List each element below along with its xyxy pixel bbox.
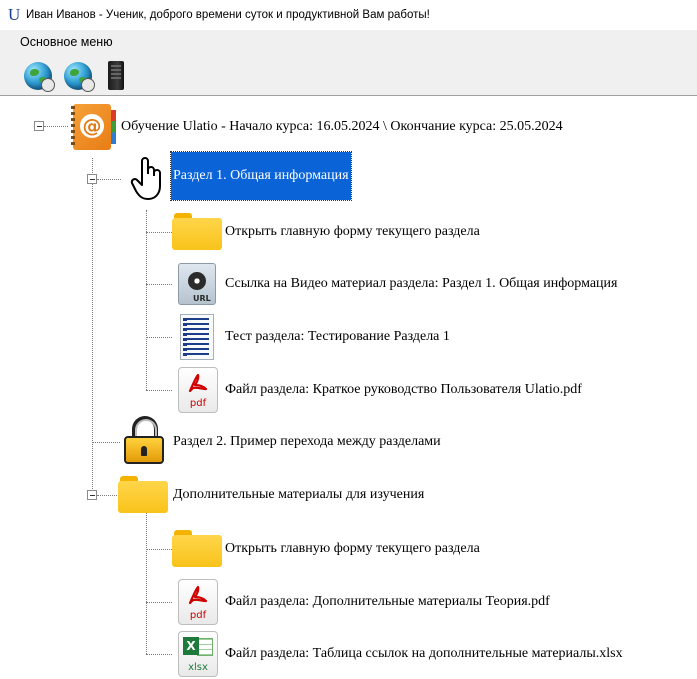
- address-book-icon: @: [68, 102, 118, 152]
- tree-line: [97, 179, 121, 180]
- extra-pdf-item[interactable]: Файл раздела: Дополнительные материалы Т…: [223, 590, 552, 614]
- course-tree[interactable]: @ Обучение Ulatio - Начало курса: 16.05.…: [0, 96, 697, 677]
- tree-line: [146, 284, 172, 285]
- tree-line: [44, 126, 68, 127]
- main-menu[interactable]: Основное меню: [20, 35, 113, 49]
- collapse-extra-button[interactable]: [87, 490, 97, 500]
- tree-line: [97, 495, 119, 496]
- badge-icon: [41, 78, 55, 92]
- app-logo: U: [8, 5, 21, 24]
- section1-video-item[interactable]: Ссылка на Видео материал раздела: Раздел…: [223, 272, 620, 296]
- badge-icon: [81, 78, 95, 92]
- video-link-icon: URL: [172, 259, 222, 309]
- section1-test-item[interactable]: Тест раздела: Тестирование Раздела 1: [223, 325, 452, 349]
- excel-icon-badge: X: [183, 637, 199, 655]
- section1-open-form-item[interactable]: Открыть главную форму текущего раздела: [223, 220, 482, 244]
- tree-line: [146, 654, 172, 655]
- tree-line: [146, 337, 172, 338]
- tree-line: [146, 390, 172, 391]
- server-button[interactable]: [100, 60, 132, 92]
- tree-line: [146, 549, 172, 550]
- lock-icon: [118, 416, 168, 466]
- toolbar: [0, 54, 697, 96]
- title-bar: U Иван Иванов - Ученик, доброго времени …: [0, 0, 697, 30]
- tree-line: [146, 210, 147, 390]
- pdf-file-icon: pdf: [172, 365, 222, 415]
- menu-bar: Основное меню: [0, 30, 697, 54]
- video-icon-caption: URL: [193, 294, 211, 303]
- excel-file-icon: X xlsx: [172, 629, 222, 679]
- tree-line: [92, 442, 120, 443]
- pdf-file-icon: pdf: [172, 577, 222, 627]
- window-title: Иван Иванов - Ученик, доброго времени су…: [26, 9, 430, 21]
- section2-label[interactable]: Раздел 2. Пример перехода между разделам…: [171, 430, 443, 454]
- globe-button-1[interactable]: [22, 60, 55, 92]
- folder-icon: [118, 470, 168, 520]
- tree-line: [146, 602, 172, 603]
- folder-icon: [172, 207, 222, 257]
- collapse-section1-button[interactable]: [87, 174, 97, 184]
- tree-line: [146, 232, 172, 233]
- pdf-icon-caption: pdf: [189, 610, 207, 621]
- extra-xlsx-item[interactable]: Файл раздела: Таблица ссылок на дополнит…: [223, 642, 625, 666]
- hand-cursor-icon: [121, 154, 171, 204]
- section1-pdf-item[interactable]: Файл раздела: Краткое руководство Пользо…: [223, 378, 584, 402]
- extra-open-form-item[interactable]: Открыть главную форму текущего раздела: [223, 537, 482, 561]
- collapse-root-button[interactable]: [34, 121, 44, 131]
- xlsx-icon-caption: xlsx: [188, 662, 208, 673]
- tree-root-label[interactable]: Обучение Ulatio - Начало курса: 16.05.20…: [119, 115, 565, 139]
- server-icon: [108, 61, 124, 90]
- pdf-icon-caption: pdf: [189, 398, 207, 409]
- folder-icon: [172, 524, 222, 574]
- test-sheet-icon: [172, 312, 222, 362]
- section1-label[interactable]: Раздел 1. Общая информация: [170, 151, 352, 201]
- extra-materials-label[interactable]: Дополнительные материалы для изучения: [171, 483, 426, 507]
- globe-button-2[interactable]: [62, 60, 95, 92]
- tree-line: [146, 508, 147, 654]
- tree-line: [92, 158, 93, 495]
